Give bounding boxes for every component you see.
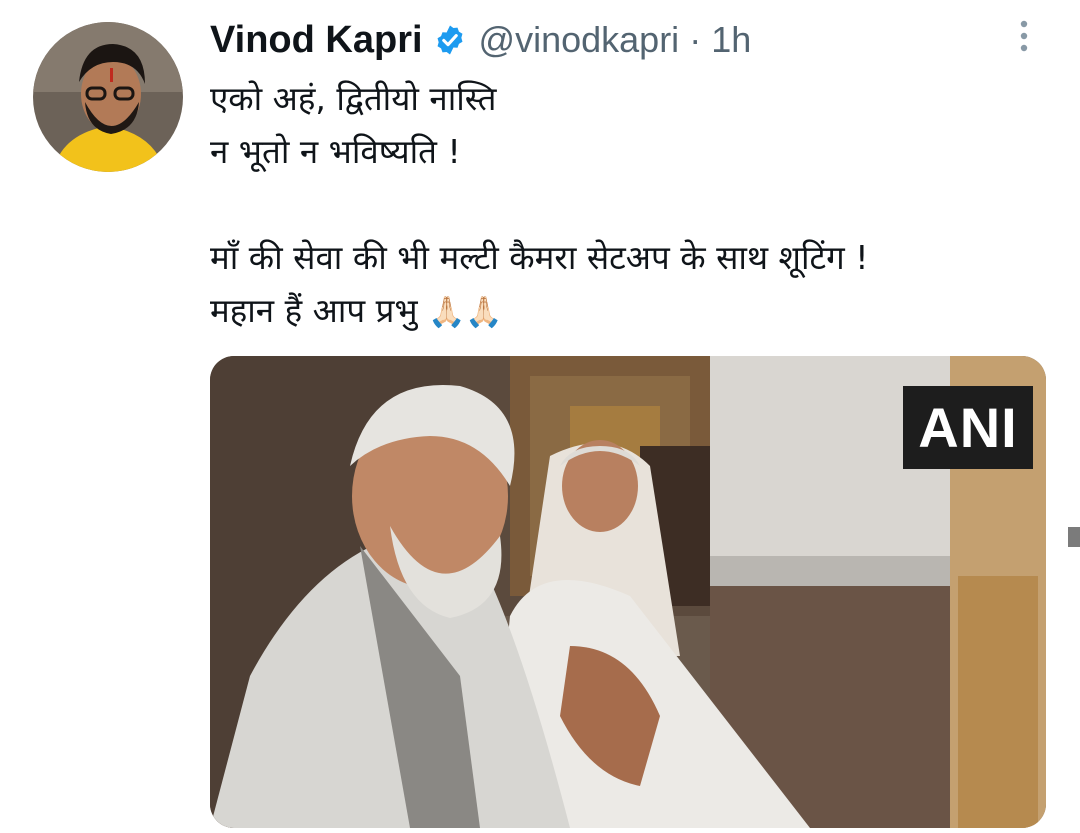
ani-watermark: ANI <box>903 386 1033 469</box>
avatar[interactable] <box>33 22 183 172</box>
tweet-text: एको अहं, द्वितीयो नास्ति न भूतो न भविष्य… <box>210 72 1050 337</box>
author-handle[interactable]: @vinodkapri <box>479 19 680 61</box>
more-vertical-icon[interactable] <box>1006 18 1042 58</box>
tweet-media[interactable]: ANI <box>210 356 1046 828</box>
tweet-header: Vinod Kapri @vinodkapri · 1h <box>210 14 751 66</box>
scrollbar-handle[interactable] <box>1068 527 1080 547</box>
tweet-text-line: न भूतो न भविष्यति ! <box>210 132 461 171</box>
tweet-text-line-text: महान हैं आप प्रभु <box>210 291 429 330</box>
folded-hands-emoji-icon: 🙏🏻🙏🏻 <box>428 295 503 330</box>
avatar-image <box>33 22 183 172</box>
tweet-text-line-last: महान हैं आप प्रभु 🙏🏻🙏🏻 <box>210 284 1050 337</box>
tweet[interactable]: Vinod Kapri @vinodkapri · 1h एको अहं, द्… <box>0 0 1080 833</box>
tweet-text-line: एको अहं, द्वितीयो नास्ति <box>210 79 497 118</box>
tweet-text-line: माँ की सेवा की भी मल्टी कैमरा सेटअप के स… <box>210 238 869 277</box>
verified-badge-icon <box>433 23 467 57</box>
author-name[interactable]: Vinod Kapri <box>210 19 423 62</box>
header-separator: · <box>689 19 702 60</box>
tweet-timestamp[interactable]: 1h <box>711 19 751 61</box>
